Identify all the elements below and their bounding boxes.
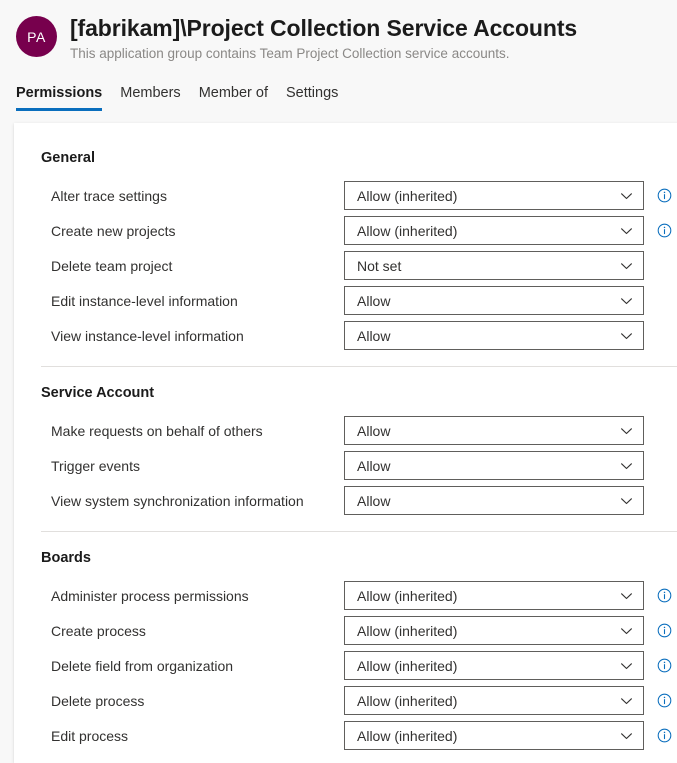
permission-row: Delete team project Not set — [14, 248, 677, 283]
permission-dropdown[interactable]: Allow — [344, 451, 644, 480]
chevron-down-icon — [620, 189, 633, 202]
chevron-down-icon — [620, 259, 633, 272]
permission-row: Edit process Allow (inherited) — [14, 718, 677, 753]
permission-row: Make requests on behalf of others Allow — [14, 413, 677, 448]
info-circle-icon[interactable] — [657, 223, 672, 238]
page-subtitle: This application group contains Team Pro… — [70, 46, 510, 61]
chevron-down-icon — [620, 694, 633, 707]
permission-dropdown-value: Allow — [357, 457, 391, 474]
permission-label: View system synchronization information — [51, 492, 304, 509]
chevron-down-icon — [620, 424, 633, 437]
permission-dropdown[interactable]: Allow — [344, 321, 644, 350]
chevron-down-icon — [620, 494, 633, 507]
permission-label: Administer process permissions — [51, 587, 249, 604]
permission-row: View instance-level information Allow — [14, 318, 677, 353]
permission-dropdown[interactable]: Allow (inherited) — [344, 216, 644, 245]
chevron-down-icon — [620, 659, 633, 672]
permission-row: Create new projects Allow (inherited) — [14, 213, 677, 248]
permission-dropdown-value: Allow (inherited) — [357, 727, 458, 744]
section-title-general: General — [41, 150, 95, 166]
chevron-down-icon — [620, 224, 633, 237]
permission-dropdown-value: Allow (inherited) — [357, 187, 458, 204]
section-divider — [41, 366, 677, 367]
tab-settings[interactable]: Settings — [277, 84, 347, 111]
permission-dropdown-value: Allow (inherited) — [357, 222, 458, 239]
chevron-down-icon — [620, 459, 633, 472]
tab-permissions[interactable]: Permissions — [16, 84, 111, 111]
chevron-down-icon — [620, 329, 633, 342]
avatar-initials: PA — [27, 28, 46, 45]
permission-label: Create process — [51, 622, 146, 639]
permission-dropdown[interactable]: Allow (inherited) — [344, 686, 644, 715]
permission-label: View instance-level information — [51, 327, 244, 344]
chevron-down-icon — [620, 729, 633, 742]
permission-dropdown-value: Allow — [357, 292, 391, 309]
tab-member-of[interactable]: Member of — [190, 84, 277, 111]
permissions-card: General Alter trace settings Allow (inheri… — [14, 123, 677, 763]
permission-label: Delete team project — [51, 257, 173, 274]
permission-dropdown-value: Allow — [357, 327, 391, 344]
identity-header: PA [fabrikam]\Project Collection Service… — [0, 14, 677, 64]
chevron-down-icon — [620, 624, 633, 637]
info-circle-icon[interactable] — [657, 623, 672, 638]
permission-dropdown[interactable]: Allow (inherited) — [344, 181, 644, 210]
permission-row: Delete field from organization Allow (inh… — [14, 648, 677, 683]
permission-label: Trigger events — [51, 457, 140, 474]
page-header: PA [fabrikam]\Project Collection Service… — [0, 0, 677, 111]
info-circle-icon[interactable] — [657, 588, 672, 603]
section-title-service-account: Service Account — [41, 385, 155, 401]
chevron-down-icon — [620, 589, 633, 602]
permission-dropdown[interactable]: Allow — [344, 286, 644, 315]
avatar: PA — [16, 16, 57, 57]
permission-dropdown[interactable]: Allow (inherited) — [344, 616, 644, 645]
tab-bar: Permissions Members Member of Settings — [0, 78, 677, 111]
permission-dropdown[interactable]: Allow — [344, 416, 644, 445]
permission-dropdown-value: Allow (inherited) — [357, 622, 458, 639]
chevron-down-icon — [620, 294, 633, 307]
permission-label: Make requests on behalf of others — [51, 422, 263, 439]
info-circle-icon[interactable] — [657, 693, 672, 708]
permission-dropdown[interactable]: Not set — [344, 251, 644, 280]
permission-row: Create process Allow (inherited) — [14, 613, 677, 648]
permission-row: View system synchronization information A… — [14, 483, 677, 518]
permission-row: Delete process Allow (inherited) — [14, 683, 677, 718]
permission-dropdown[interactable]: Allow (inherited) — [344, 651, 644, 680]
permission-dropdown-value: Allow (inherited) — [357, 657, 458, 674]
permission-dropdown[interactable]: Allow (inherited) — [344, 581, 644, 610]
section-divider — [41, 531, 677, 532]
header-text-block: [fabrikam]\Project Collection Service Ac… — [70, 14, 577, 64]
permission-dropdown-value: Allow — [357, 492, 391, 509]
info-circle-icon[interactable] — [657, 658, 672, 673]
tab-members[interactable]: Members — [111, 84, 189, 111]
permission-dropdown-value: Not set — [357, 257, 402, 274]
section-title-boards: Boards — [41, 550, 91, 566]
permission-dropdown-value: Allow — [357, 422, 391, 439]
permission-dropdown-value: Allow (inherited) — [357, 692, 458, 709]
permission-label: Edit instance-level information — [51, 292, 238, 309]
permission-label: Create new projects — [51, 222, 176, 239]
info-circle-icon[interactable] — [657, 188, 672, 203]
permission-row: Edit instance-level information Allow — [14, 283, 677, 318]
permission-dropdown[interactable]: Allow — [344, 486, 644, 515]
permission-row: Administer process permissions Allow (inh… — [14, 578, 677, 613]
permission-label: Delete process — [51, 692, 145, 709]
permission-label: Delete field from organization — [51, 657, 234, 674]
permission-dropdown[interactable]: Allow (inherited) — [344, 721, 644, 750]
permission-row: Alter trace settings Allow (inherited) — [14, 178, 677, 213]
permission-dropdown-value: Allow (inherited) — [357, 587, 458, 604]
info-circle-icon[interactable] — [657, 728, 672, 743]
permission-label: Edit process — [51, 727, 129, 744]
page-title: [fabrikam]\Project Collection Service Ac… — [70, 15, 578, 41]
permission-label: Alter trace settings — [51, 187, 167, 204]
permission-row: Trigger events Allow — [14, 448, 677, 483]
